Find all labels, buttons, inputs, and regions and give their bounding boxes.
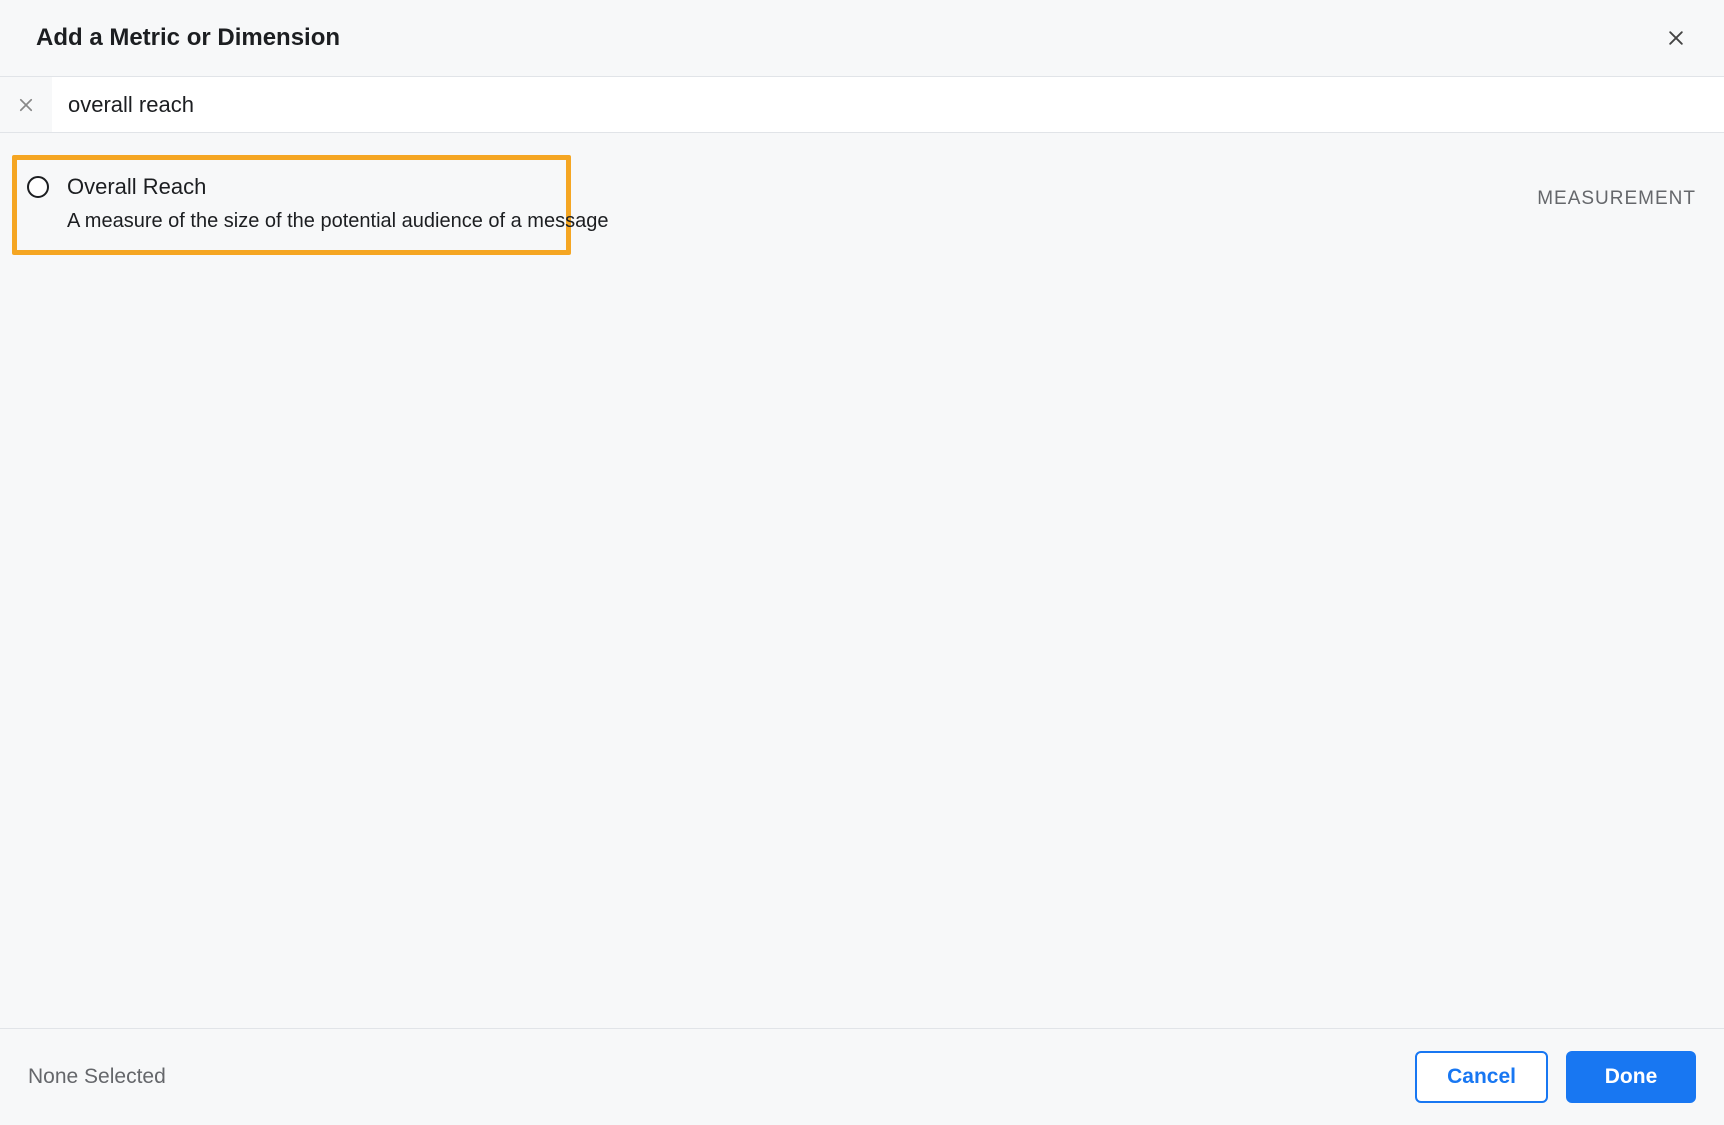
results-list: Overall Reach A measure of the size of t… bbox=[0, 133, 1724, 1028]
cancel-button[interactable]: Cancel bbox=[1415, 1051, 1548, 1103]
modal-title: Add a Metric or Dimension bbox=[36, 24, 340, 52]
result-description: A measure of the size of the potential a… bbox=[67, 210, 608, 233]
close-icon bbox=[17, 96, 35, 114]
clear-search-button[interactable] bbox=[0, 77, 52, 132]
selection-status: None Selected bbox=[28, 1065, 166, 1089]
result-title: Overall Reach bbox=[67, 174, 608, 200]
modal-footer: None Selected Cancel Done bbox=[0, 1028, 1724, 1125]
result-radio[interactable] bbox=[27, 176, 49, 198]
result-item-overall-reach[interactable]: Overall Reach A measure of the size of t… bbox=[12, 155, 571, 255]
close-button[interactable] bbox=[1664, 26, 1688, 50]
add-metric-modal: Add a Metric or Dimension Overall Reach … bbox=[0, 0, 1724, 1125]
search-row bbox=[0, 77, 1724, 133]
result-text: Overall Reach A measure of the size of t… bbox=[67, 174, 608, 233]
search-input[interactable] bbox=[52, 77, 1724, 132]
done-button[interactable]: Done bbox=[1566, 1051, 1696, 1103]
category-label: MEASUREMENT bbox=[1537, 188, 1696, 210]
footer-actions: Cancel Done bbox=[1415, 1051, 1696, 1103]
modal-header: Add a Metric or Dimension bbox=[0, 0, 1724, 77]
close-icon bbox=[1666, 28, 1686, 48]
